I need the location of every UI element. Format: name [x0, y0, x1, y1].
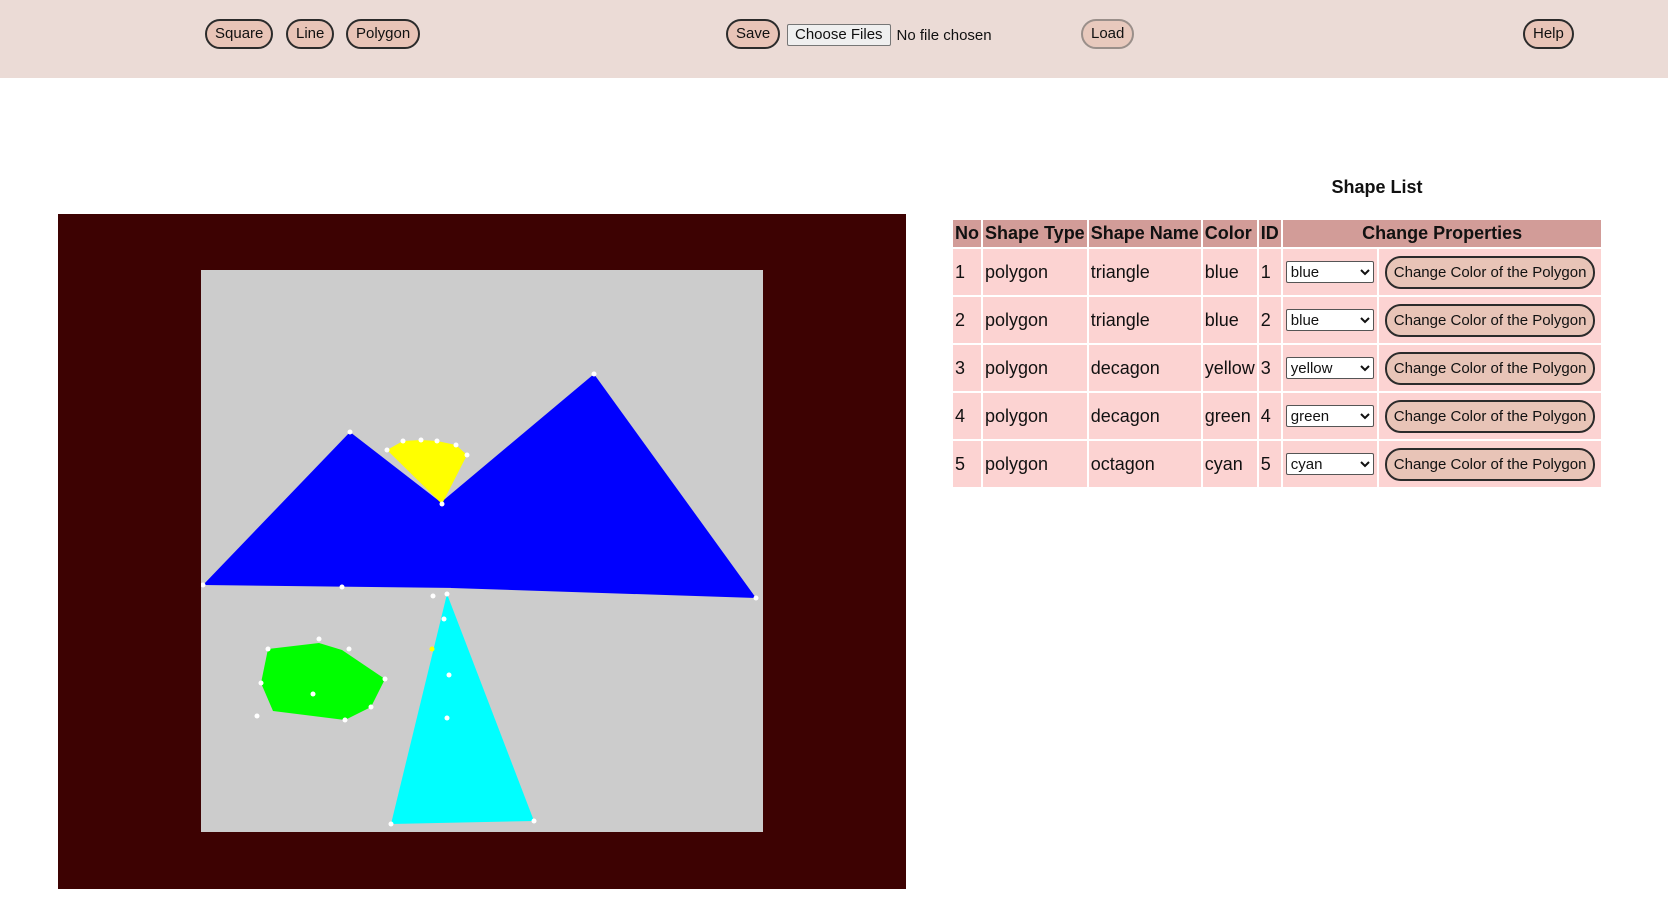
cell-shape-name: triangle [1088, 297, 1201, 343]
cell-color-select: blueyellowgreencyan [1282, 345, 1377, 391]
table-row: 4polygondecagongreen4blueyellowgreencyan… [953, 393, 1602, 439]
cell-no: 2 [953, 297, 981, 343]
change-color-button[interactable]: Change Color of the Polygon [1384, 303, 1596, 337]
header-no: No [953, 220, 981, 247]
cell-color: blue [1202, 297, 1257, 343]
cell-color: cyan [1202, 441, 1257, 487]
drawing-svg[interactable] [201, 270, 763, 832]
cell-color-select: blueyellowgreencyan [1282, 441, 1377, 487]
cell-shape-type: polygon [983, 249, 1087, 295]
polygon-tool-button[interactable]: Polygon [346, 19, 421, 49]
change-color-button[interactable]: Change Color of the Polygon [1384, 399, 1596, 433]
cell-shape-name: octagon [1088, 441, 1201, 487]
cell-no: 1 [953, 249, 981, 295]
shape-list-title: Shape List [1331, 177, 1423, 197]
canvas-frame [58, 214, 906, 889]
table-row: 2polygontriangleblue2blueyellowgreencyan… [953, 297, 1602, 343]
cell-id: 1 [1258, 249, 1281, 295]
toolbar: Square Line Polygon Save Choose Files No… [0, 0, 1668, 78]
shape-rows: 1polygontriangleblue1blueyellowgreencyan… [953, 249, 1602, 487]
shape-list-table: No Shape Type Shape Name Color ID Change… [951, 218, 1603, 489]
yellow-vertex-handle [429, 646, 435, 652]
green-decagon[interactable] [261, 643, 385, 720]
cell-shape-type: polygon [983, 441, 1087, 487]
cell-no: 3 [953, 345, 981, 391]
cell-no: 5 [953, 441, 981, 487]
cell-color-select: blueyellowgreencyan [1282, 249, 1377, 295]
table-row: 1polygontriangleblue1blueyellowgreencyan… [953, 249, 1602, 295]
cell-id: 4 [1258, 393, 1281, 439]
drawing-canvas[interactable] [201, 270, 763, 832]
cell-id: 5 [1258, 441, 1281, 487]
cell-color-select: blueyellowgreencyan [1282, 393, 1377, 439]
cell-id: 3 [1258, 345, 1281, 391]
header-shape-name: Shape Name [1088, 220, 1201, 247]
table-row: 3polygondecagonyellow3blueyellowgreencya… [953, 345, 1602, 391]
change-color-button[interactable]: Change Color of the Polygon [1384, 351, 1596, 385]
blue-triangle-right[interactable] [439, 374, 756, 598]
square-tool-button[interactable]: Square [205, 19, 274, 49]
cell-shape-type: polygon [983, 393, 1087, 439]
table-row: 5polygonoctagoncyan5blueyellowgreencyanC… [953, 441, 1602, 487]
cell-color: yellow [1202, 345, 1257, 391]
table-header-row: No Shape Type Shape Name Color ID Change… [953, 220, 1602, 247]
change-color-button[interactable]: Change Color of the Polygon [1384, 447, 1596, 481]
cell-color: blue [1202, 249, 1257, 295]
cell-color: green [1202, 393, 1257, 439]
cell-shape-type: polygon [983, 345, 1087, 391]
color-select[interactable]: blueyellowgreencyan [1285, 357, 1374, 380]
cell-change-button: Change Color of the Polygon [1378, 441, 1602, 487]
header-change-properties: Change Properties [1282, 220, 1602, 247]
load-button[interactable]: Load [1081, 19, 1135, 49]
header-color: Color [1202, 220, 1257, 247]
line-tool-button[interactable]: Line [286, 19, 335, 49]
cell-shape-name: decagon [1088, 393, 1201, 439]
cell-shape-name: triangle [1088, 249, 1201, 295]
header-id: ID [1258, 220, 1281, 247]
cyan-octagon[interactable] [391, 594, 534, 824]
cell-change-button: Change Color of the Polygon [1378, 249, 1602, 295]
color-select[interactable]: blueyellowgreencyan [1285, 453, 1374, 476]
header-shape-type: Shape Type [983, 220, 1087, 247]
choose-files-button[interactable]: Choose Files [787, 24, 891, 46]
cell-change-button: Change Color of the Polygon [1378, 393, 1602, 439]
file-status-text: No file chosen [896, 26, 992, 44]
cell-id: 2 [1258, 297, 1281, 343]
color-select[interactable]: blueyellowgreencyan [1285, 309, 1374, 332]
cell-color-select: blueyellowgreencyan [1282, 297, 1377, 343]
cell-no: 4 [953, 393, 981, 439]
file-picker: Choose Files No file chosen [787, 24, 992, 46]
cell-shape-type: polygon [983, 297, 1087, 343]
color-select[interactable]: blueyellowgreencyan [1285, 261, 1374, 284]
save-button[interactable]: Save [726, 19, 781, 49]
cell-change-button: Change Color of the Polygon [1378, 297, 1602, 343]
help-button[interactable]: Help [1523, 19, 1574, 49]
change-color-button[interactable]: Change Color of the Polygon [1384, 255, 1596, 289]
color-select[interactable]: blueyellowgreencyan [1285, 405, 1374, 428]
cell-change-button: Change Color of the Polygon [1378, 345, 1602, 391]
cell-shape-name: decagon [1088, 345, 1201, 391]
